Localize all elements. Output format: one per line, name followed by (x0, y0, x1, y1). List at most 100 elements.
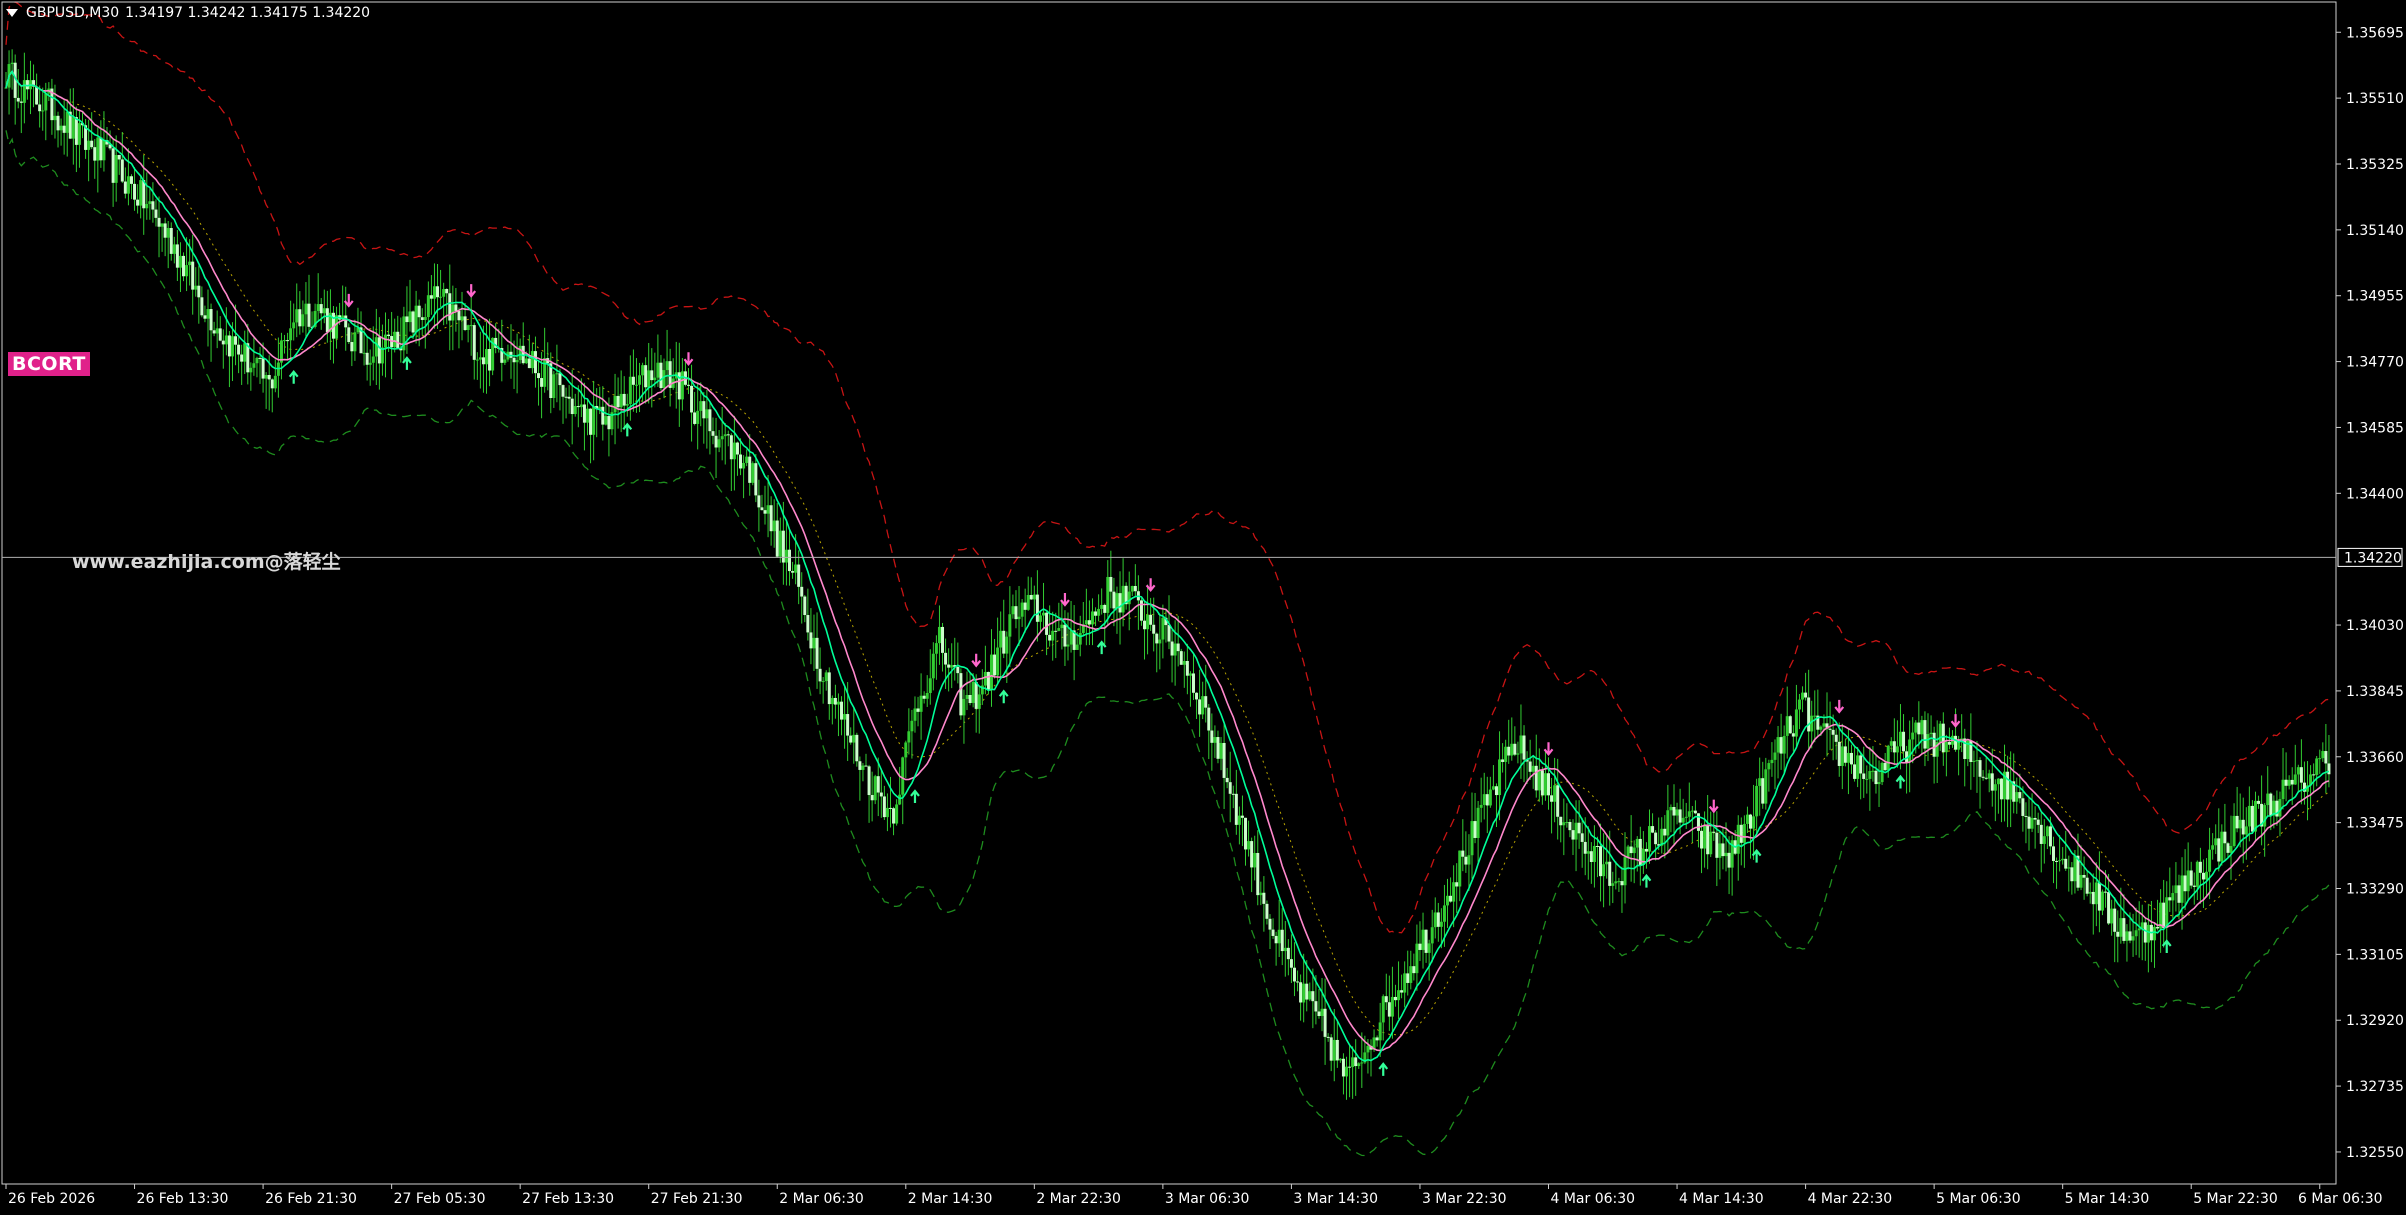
candle-body (396, 331, 400, 349)
indicator-badge[interactable]: BCORT (8, 352, 90, 376)
candle-body (1898, 731, 1902, 747)
candle-body (1032, 594, 1036, 600)
candle-body (1669, 806, 1673, 811)
candle-body (2033, 817, 2037, 820)
candle-body (2152, 926, 2156, 941)
candle-body (944, 652, 948, 665)
candle-body (662, 370, 666, 389)
candle-body (732, 442, 736, 460)
candle-body (1745, 814, 1749, 824)
y-tick-label: 1.34400 (2346, 486, 2404, 502)
candle-body (2146, 924, 2150, 943)
candle-body (423, 317, 427, 320)
chevron-down-icon[interactable] (6, 9, 18, 17)
candle-body (405, 316, 409, 323)
candle-body (827, 672, 831, 705)
y-tick-label: 1.32920 (2346, 1013, 2404, 1029)
candle-body (2269, 793, 2273, 816)
candle-body (555, 373, 559, 375)
candle-body (249, 367, 253, 373)
candle-body (690, 385, 694, 413)
candle-body (316, 304, 320, 311)
candle-body (589, 408, 593, 435)
candle-body (1045, 612, 1049, 635)
candle-body (968, 695, 972, 704)
y-tick-label: 1.32735 (2346, 1079, 2404, 1095)
candle-body (1299, 982, 1303, 1003)
candle-body (1984, 777, 1988, 779)
candle-body (191, 261, 195, 290)
candle-body (2281, 779, 2285, 800)
candle-body (344, 315, 348, 328)
candle-body (77, 123, 81, 145)
candle-body (1427, 943, 1431, 953)
candle-body (1553, 785, 1557, 802)
candle-body (840, 701, 844, 720)
candle-body (1231, 793, 1235, 795)
candle-body (830, 697, 834, 705)
chart-canvas[interactable]: 1.35695 1.35510 1.35325 1.35140 1.34955 1.347… (0, 0, 2406, 1211)
candle-body (1819, 726, 1823, 730)
candle-body (769, 505, 773, 532)
candle-body (2211, 845, 2215, 850)
candle-body (2036, 819, 2040, 825)
candle-body (2278, 799, 2282, 817)
candle-body (2024, 815, 2028, 817)
candle-body (148, 201, 152, 204)
candle-body (836, 701, 840, 705)
candle-body (1244, 817, 1248, 850)
candle-body (1207, 707, 1211, 731)
candle-body (1996, 778, 2000, 785)
candle-body (858, 761, 862, 770)
candle-body (1978, 760, 1982, 777)
candle-body (1488, 789, 1492, 806)
candle-body (347, 327, 351, 343)
x-tick-label: 26 Feb 2026 (8, 1191, 95, 1207)
candle-body (1115, 593, 1119, 609)
candle-body (93, 147, 97, 161)
candle-body (2312, 774, 2316, 776)
candle-body (791, 571, 795, 573)
candle-body (1280, 929, 1284, 952)
candle-body (2293, 774, 2297, 785)
candle-body (1060, 624, 1064, 629)
candle-body (2189, 870, 2193, 886)
candle-body (1357, 1063, 1361, 1067)
candle-body (910, 720, 914, 732)
candle-body (35, 86, 39, 105)
candle-body (925, 692, 929, 699)
candle-body (778, 530, 782, 557)
candle-body (1173, 643, 1177, 656)
candle-body (1779, 737, 1783, 754)
candle-body (549, 363, 553, 399)
candle-body (922, 695, 926, 699)
candle-body (735, 442, 739, 455)
candle-body (2263, 805, 2267, 827)
candle-body (806, 615, 810, 633)
candle-body (1614, 881, 1618, 884)
candle-body (1360, 1062, 1364, 1064)
candle-body (1188, 673, 1192, 676)
symbol-title[interactable]: GBPUSD,M30 1.34197 1.34242 1.34175 1.342… (6, 3, 370, 23)
candle-body (1155, 633, 1159, 644)
candle-body (821, 681, 825, 683)
candle-body (133, 183, 137, 200)
candle-body (221, 340, 225, 345)
candle-body (1008, 614, 1012, 637)
candle-body (864, 765, 868, 767)
candle-body (2143, 922, 2147, 943)
candle-body (420, 317, 424, 320)
price-chart[interactable]: 1.35695 1.35510 1.35325 1.35140 1.34955 1.347… (0, 0, 2406, 1211)
candle-body (1026, 594, 1030, 610)
candle-body (1831, 729, 1835, 735)
candle-body (1758, 778, 1762, 786)
candle-body (1381, 996, 1385, 1023)
candle-body (1106, 576, 1110, 613)
candle-body (1519, 735, 1523, 754)
candle-body (543, 358, 547, 387)
candle-body (1822, 723, 1826, 727)
candle-body (1565, 822, 1569, 824)
candle-body (1693, 810, 1697, 814)
candle-body (2064, 858, 2068, 869)
candle-body (2201, 872, 2205, 880)
